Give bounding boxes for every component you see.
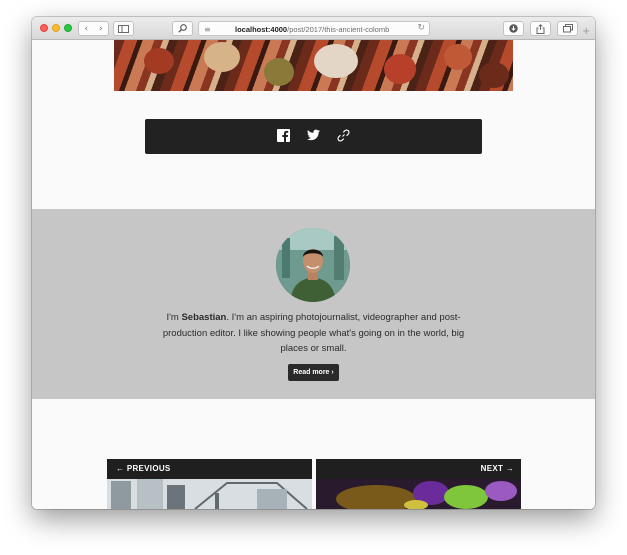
sidebar-icon <box>118 24 129 33</box>
share-icon <box>536 23 545 34</box>
previous-post-image[interactable] <box>107 479 312 509</box>
address-bar[interactable]: ≡ localhost:4000/post/2017/this-ancient-… <box>198 21 430 36</box>
share-bar <box>145 119 482 154</box>
search-button[interactable] <box>172 21 193 36</box>
tabs-icon <box>562 24 573 33</box>
read-more-button[interactable]: Read more › <box>288 364 339 381</box>
browser-window: ‹ › ≡ localhost:4000/post/2017/this-anci… <box>32 17 595 509</box>
next-post-label[interactable]: NEXT → <box>316 459 521 479</box>
page-content: I'm Sebastian. I'm an aspiring photojour… <box>32 40 595 509</box>
zoom-window-button[interactable] <box>64 24 72 32</box>
reload-icon[interactable]: ↻ <box>417 23 425 33</box>
facebook-icon[interactable] <box>277 129 290 142</box>
twitter-icon[interactable] <box>307 129 320 141</box>
author-section: I'm Sebastian. I'm an aspiring photojour… <box>32 209 595 399</box>
search-icon <box>178 24 187 33</box>
history-buttons: ‹ › <box>78 21 109 36</box>
next-post-thumbnail <box>316 479 521 509</box>
downloads-button[interactable] <box>503 21 524 36</box>
close-window-button[interactable] <box>40 24 48 32</box>
browser-toolbar: ‹ › ≡ localhost:4000/post/2017/this-anci… <box>32 17 595 40</box>
forward-button[interactable]: › <box>99 24 103 34</box>
avatar <box>276 228 350 302</box>
share-button[interactable] <box>530 21 551 36</box>
link-icon[interactable] <box>337 129 350 142</box>
back-button[interactable]: ‹ <box>84 24 88 34</box>
tabs-button[interactable] <box>557 21 578 36</box>
previous-post-label[interactable]: ← PREVIOUS <box>107 459 312 479</box>
previous-post-thumbnail <box>107 479 312 509</box>
reader-icon[interactable]: ≡ <box>204 25 211 34</box>
new-tab-button[interactable]: + <box>582 26 590 37</box>
minimize-window-button[interactable] <box>52 24 60 32</box>
next-post-image[interactable] <box>316 479 521 509</box>
next-post-card[interactable]: NEXT → <box>316 459 521 509</box>
previous-post-card[interactable]: ← PREVIOUS <box>107 459 312 509</box>
author-bio: I'm Sebastian. I'm an aspiring photojour… <box>162 312 465 354</box>
url-text: localhost:4000/post/2017/this-ancient-co… <box>235 25 390 34</box>
author-name: Sebastian <box>181 312 227 323</box>
download-icon <box>509 24 518 33</box>
author-photo <box>276 228 350 302</box>
hero-image <box>114 40 513 91</box>
sidebar-toggle-button[interactable] <box>113 21 134 36</box>
